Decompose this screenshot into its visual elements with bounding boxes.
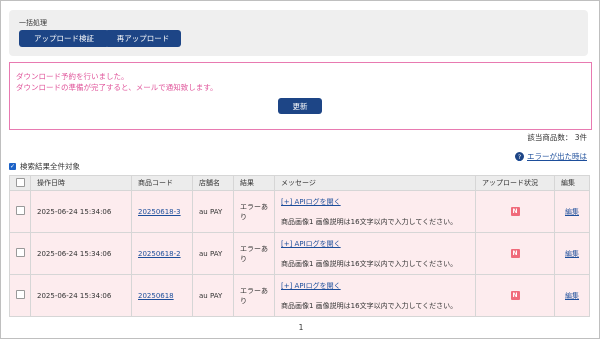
- row-checkbox-cell: [9, 232, 31, 275]
- cell-upload-status: N: [475, 232, 555, 275]
- cell-upload-status: N: [475, 274, 555, 317]
- table-row: 2025-06-24 15:34:06 20250618-2 au PAY エラ…: [9, 232, 590, 275]
- api-log-link[interactable]: [+] APIログを開く: [281, 281, 469, 291]
- results-table: 操作日時 商品コード 店舗名 結果 メッセージ アップロード状況 編集 2025…: [9, 175, 590, 317]
- select-all-label: 検索結果全件対象: [20, 162, 80, 171]
- result-count: 該当商品数： 3件: [527, 133, 587, 142]
- cell-store: au PAY: [192, 232, 234, 275]
- download-notice: ダウンロード予約を行いました。 ダウンロードの準備が完了すると、メールで通知致し…: [9, 62, 592, 130]
- status-badge: N: [510, 207, 520, 216]
- select-all-results[interactable]: ✓ 検索結果全件対象: [9, 161, 80, 172]
- cell-code: 20250618: [131, 274, 193, 317]
- row-checkbox-cell: [9, 274, 31, 317]
- cell-code: 20250618-3: [131, 190, 193, 233]
- header-edit: 編集: [554, 175, 590, 191]
- edit-link[interactable]: 編集: [565, 208, 579, 216]
- cell-edit: 編集: [554, 190, 590, 233]
- row-checkbox[interactable]: [15, 248, 25, 257]
- header-checkbox-cell: [9, 175, 31, 191]
- cell-result: エラーあり: [233, 190, 275, 233]
- product-code-link[interactable]: 20250618-2: [138, 250, 181, 258]
- header-code: 商品コード: [131, 175, 193, 191]
- cell-store: au PAY: [192, 274, 234, 317]
- status-badge: N: [510, 249, 520, 258]
- cell-result: エラーあり: [233, 232, 275, 275]
- row-checkbox-cell: [9, 190, 31, 233]
- cell-message: [+] APIログを開く 商品画像1 画像説明は16文字以内で入力してください。: [274, 190, 476, 233]
- row-checkbox[interactable]: [15, 206, 25, 215]
- question-icon: ?: [515, 152, 524, 161]
- row-checkbox[interactable]: [15, 290, 25, 299]
- cell-edit: 編集: [554, 274, 590, 317]
- reupload-button[interactable]: 再アップロード: [105, 30, 181, 47]
- cell-code: 20250618-2: [131, 232, 193, 275]
- header-result: 結果: [233, 175, 275, 191]
- table-row: 2025-06-24 15:34:06 20250618-3 au PAY エラ…: [9, 190, 590, 233]
- product-code-link[interactable]: 20250618-3: [138, 208, 181, 216]
- bulk-title: 一括処理: [19, 19, 47, 27]
- cell-datetime: 2025-06-24 15:34:06: [30, 190, 132, 233]
- cell-result: エラーあり: [233, 274, 275, 317]
- cell-upload-status: N: [475, 190, 555, 233]
- cell-store: au PAY: [192, 190, 234, 233]
- table-row: 2025-06-24 15:34:06 20250618 au PAY エラーあ…: [9, 274, 590, 317]
- page-number-current[interactable]: 1: [299, 323, 304, 332]
- api-log-link[interactable]: [+] APIログを開く: [281, 197, 469, 207]
- edit-link[interactable]: 編集: [565, 292, 579, 300]
- header-upload-status: アップロード状況: [475, 175, 555, 191]
- header-checkbox[interactable]: [15, 177, 25, 187]
- table-header-row: 操作日時 商品コード 店舗名 結果 メッセージ アップロード状況 編集: [9, 175, 590, 191]
- bulk-action-panel: 一括処理 アップロード検証 再アップロード: [9, 10, 588, 56]
- refresh-button[interactable]: 更新: [278, 98, 322, 114]
- status-badge: N: [510, 291, 520, 300]
- message-text: 商品画像1 画像説明は16文字以内で入力してください。: [281, 301, 458, 310]
- api-log-link[interactable]: [+] APIログを開く: [281, 239, 469, 249]
- product-code-link[interactable]: 20250618: [138, 292, 174, 300]
- header-store: 店舗名: [192, 175, 234, 191]
- page-frame: 一括処理 アップロード検証 再アップロード ダウンロード予約を行いました。 ダウ…: [0, 0, 600, 339]
- pagination: 1: [1, 323, 600, 332]
- header-message: メッセージ: [274, 175, 476, 191]
- notice-line-2: ダウンロードの準備が完了すると、メールで通知致します。: [16, 83, 218, 92]
- error-help-link[interactable]: ? エラーが出た時は: [515, 151, 587, 162]
- edit-link[interactable]: 編集: [565, 250, 579, 258]
- message-text: 商品画像1 画像説明は16文字以内で入力してください。: [281, 259, 458, 268]
- cell-edit: 編集: [554, 232, 590, 275]
- error-help-text[interactable]: エラーが出た時は: [527, 151, 587, 162]
- cell-message: [+] APIログを開く 商品画像1 画像説明は16文字以内で入力してください。: [274, 274, 476, 317]
- cell-datetime: 2025-06-24 15:34:06: [30, 232, 132, 275]
- message-text: 商品画像1 画像説明は16文字以内で入力してください。: [281, 217, 458, 226]
- cell-datetime: 2025-06-24 15:34:06: [30, 274, 132, 317]
- notice-line-1: ダウンロード予約を行いました。: [16, 72, 129, 81]
- header-datetime: 操作日時: [30, 175, 132, 191]
- select-all-checkbox[interactable]: ✓: [9, 163, 16, 170]
- upload-verify-button[interactable]: アップロード検証: [19, 30, 109, 47]
- cell-message: [+] APIログを開く 商品画像1 画像説明は16文字以内で入力してください。: [274, 232, 476, 275]
